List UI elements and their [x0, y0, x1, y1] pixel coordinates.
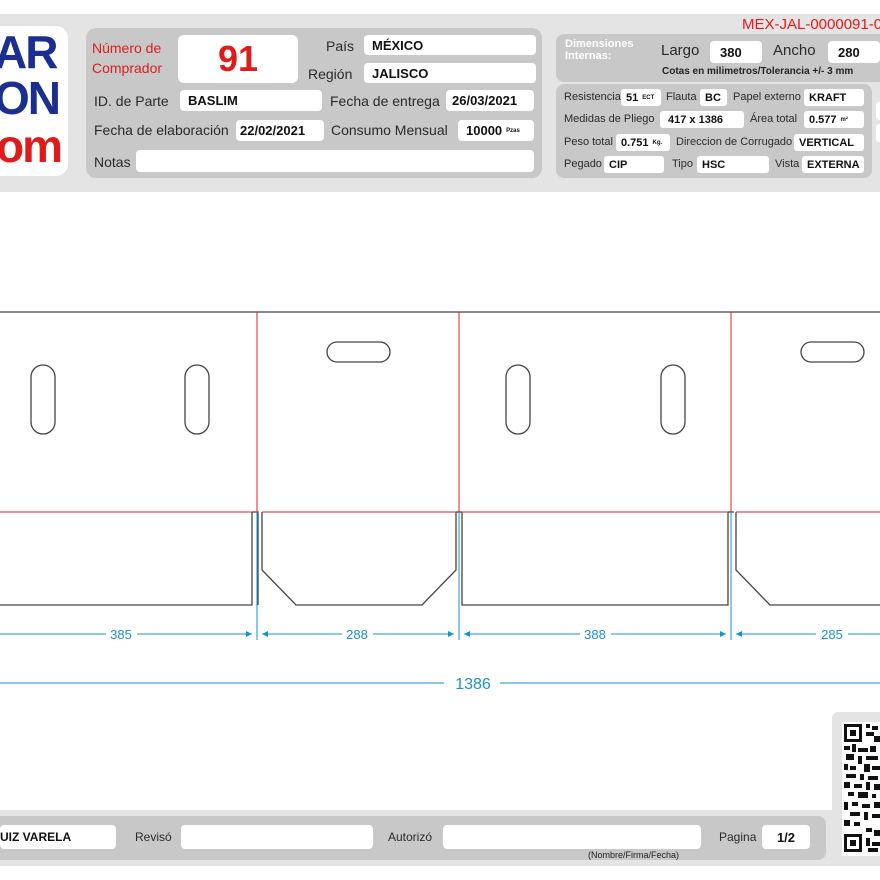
notes-label: Notas: [94, 154, 131, 170]
part-id-label: ID. de Parte: [94, 93, 169, 109]
ancho-label: Ancho: [773, 42, 816, 59]
part-id-field[interactable]: BASLIM: [180, 90, 322, 111]
panel-dim-4: 285: [821, 627, 843, 642]
horizontal-handle-hole: [326, 341, 391, 363]
horizontal-handle-hole: [800, 341, 865, 363]
peso-value: 0.751: [621, 136, 649, 149]
buyer-number-value: 91: [217, 38, 259, 79]
autorizo-field[interactable]: [443, 825, 701, 849]
vista-field[interactable]: EXTERNA: [802, 156, 864, 173]
buyer-number: 91: [178, 35, 298, 83]
resistencia-field[interactable]: 51 ECT: [621, 89, 661, 106]
pegado-field[interactable]: CIP: [604, 156, 664, 173]
elaboration-date-label: Fecha de elaboración: [94, 122, 229, 138]
pliego-label: Medidas de Pliego: [564, 113, 655, 125]
panel-dim-1: 385: [110, 627, 132, 642]
fold-lines: [0, 312, 880, 513]
tipo-label: Tipo: [672, 158, 693, 170]
peso-label: Peso total: [564, 136, 613, 148]
page-label: Pagina: [719, 830, 757, 844]
panel-2-bottom-cut: [261, 512, 457, 606]
delivery-date-label: Fecha de entrega: [330, 93, 440, 109]
area-unit: m²: [840, 116, 848, 123]
ancho-field[interactable]: 280: [828, 41, 880, 63]
box-blank-drawing: 385 288 388 285 1386: [0, 311, 880, 693]
dimension-extensions: [256, 512, 732, 640]
document-code: MEX-JAL-0000091-0: [742, 16, 880, 33]
monthly-consumption-label: Consumo Mensual: [331, 122, 448, 138]
region-label: Región: [308, 66, 353, 82]
area-value: 0.577: [809, 113, 837, 126]
qr-code-pattern: [844, 724, 880, 852]
panel-1-bottom-cut: [0, 512, 253, 606]
elaboration-date-field[interactable]: 22/02/2021: [236, 120, 324, 141]
logo-line-2: ON: [0, 72, 61, 124]
corrugado-field[interactable]: VERTICAL: [794, 134, 864, 151]
buyer-label: Número de Comprador: [92, 40, 163, 76]
monthly-consumption-unit: Pzas: [506, 127, 520, 134]
vertical-handle-hole: [30, 364, 56, 435]
resistencia-value: 51: [626, 91, 639, 104]
delivery-date-field[interactable]: 26/03/2021: [446, 90, 534, 111]
page-field: 1/2: [762, 825, 810, 849]
papel-field[interactable]: KRAFT: [804, 89, 864, 106]
notes-field[interactable]: [136, 150, 534, 172]
largo-label: Largo: [661, 42, 700, 59]
reviso-label: Revisó: [135, 830, 172, 844]
country-field[interactable]: MÉXICO: [364, 35, 536, 55]
panel-dim-3: 388: [584, 627, 606, 642]
area-field[interactable]: 0.577 m²: [804, 111, 864, 128]
vertical-handle-hole: [505, 364, 531, 435]
tipo-field[interactable]: HSC: [697, 156, 769, 173]
vertical-handle-hole: [660, 364, 686, 435]
resistencia-unit: ECT: [642, 94, 655, 101]
country-label: País: [326, 38, 355, 54]
panel-3-bottom-cut: [461, 512, 729, 606]
region-field[interactable]: JALISCO: [364, 63, 536, 83]
autorizo-label: Autorizó: [388, 830, 433, 844]
cut-lines: [0, 311, 880, 606]
flauta-label: Flauta: [666, 91, 697, 103]
peso-unit: Kg.: [652, 139, 663, 146]
panel-dimension-lines: [0, 631, 880, 637]
internal-dimensions-label: Dimensiones Internas:: [565, 38, 634, 62]
monthly-consumption-value: 10000: [466, 123, 503, 138]
reviso-field[interactable]: [181, 825, 373, 849]
corrugado-label: Direccion de Corrugado: [676, 136, 793, 148]
signature-note: (Nombre/Firma/Fecha): [588, 850, 680, 860]
pegado-label: Pegado: [564, 158, 602, 170]
largo-field[interactable]: 380: [710, 41, 762, 63]
panel-dim-2: 288: [346, 627, 368, 642]
pliego-field[interactable]: 417 x 1386: [660, 111, 744, 128]
handle-holes: [30, 341, 865, 435]
vista-label: Vista: [775, 158, 800, 170]
vertical-handle-hole: [184, 364, 210, 435]
peso-field[interactable]: 0.751 Kg.: [616, 134, 670, 151]
side-box-top: [876, 102, 880, 120]
logo-line-3: om: [0, 120, 63, 172]
panel-4-bottom-cut: [735, 512, 880, 606]
resistencia-label: Resistencia: [564, 91, 621, 103]
drafter-field[interactable]: UIZ VARELA: [0, 825, 116, 849]
logo-line-1: AR: [0, 26, 58, 78]
total-length: 1386: [455, 676, 491, 693]
side-box-bottom: [876, 124, 880, 142]
area-label: Área total: [750, 113, 798, 125]
tolerance-note: Cotas en milimetros/Tolerancia +/- 3 mm: [662, 66, 854, 77]
flauta-field[interactable]: BC: [700, 89, 727, 106]
papel-label: Papel externo: [733, 91, 801, 103]
monthly-consumption-field[interactable]: 10000 Pzas: [458, 120, 534, 141]
company-logo: AR ON om: [0, 26, 68, 176]
